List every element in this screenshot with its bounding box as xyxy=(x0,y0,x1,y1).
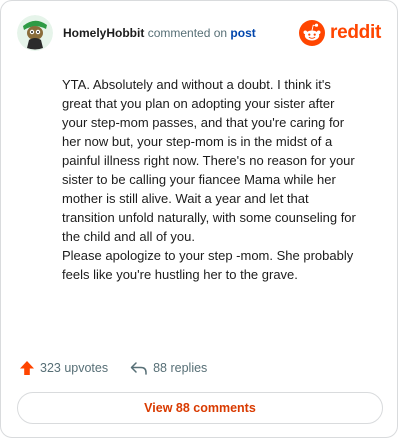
username-link[interactable]: HomelyHobbit xyxy=(63,26,144,40)
upvote-count: 323 upvotes xyxy=(40,361,109,375)
reddit-snoo-icon xyxy=(299,20,326,46)
reddit-logo[interactable]: reddit xyxy=(299,19,381,47)
comment-header: HomelyHobbit commented on post reddit xyxy=(17,15,381,51)
comment-card: HomelyHobbit commented on post reddit YT… xyxy=(0,0,398,438)
view-comments-button[interactable]: View 88 comments xyxy=(17,392,383,424)
upvote-stat[interactable]: 323 upvotes xyxy=(19,360,108,376)
action-text: commented on xyxy=(147,26,228,40)
user-avatar[interactable] xyxy=(17,15,53,51)
upvote-arrow-icon xyxy=(20,361,34,375)
replies-stat[interactable]: 88 replies xyxy=(130,360,207,376)
post-link[interactable]: post xyxy=(230,26,255,40)
comment-stats: 323 upvotes 88 replies xyxy=(19,359,207,377)
reply-arrow-icon xyxy=(130,362,147,375)
comment-paragraph: YTA. Absolutely and without a doubt. I t… xyxy=(62,77,356,244)
reply-count: 88 replies xyxy=(153,361,208,375)
comment-paragraph: Please apologize to your step -mom. She … xyxy=(62,248,354,282)
reddit-wordmark: reddit xyxy=(330,22,381,43)
comment-byline: HomelyHobbit commented on post xyxy=(63,26,256,40)
comment-body: YTA. Absolutely and without a doubt. I t… xyxy=(62,75,362,284)
